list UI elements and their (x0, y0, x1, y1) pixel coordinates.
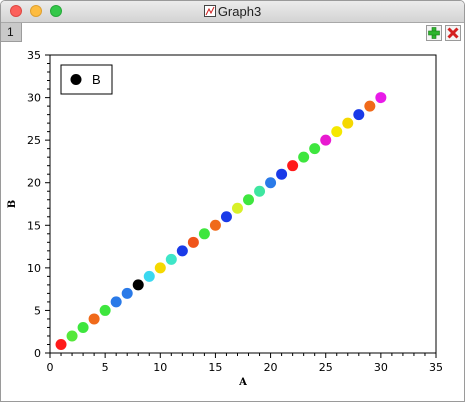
x-tick-label: 20 (264, 361, 278, 374)
data-point (254, 185, 266, 197)
data-point (231, 202, 243, 214)
data-points (55, 92, 387, 350)
data-point (209, 219, 221, 231)
data-point (375, 92, 387, 104)
data-point (364, 100, 376, 112)
tab-layer-1[interactable]: 1 (1, 23, 22, 42)
x-tick-label: 5 (102, 361, 109, 374)
data-point (187, 236, 199, 248)
data-point (77, 321, 89, 333)
data-point (198, 228, 210, 240)
data-point (88, 313, 100, 325)
delete-layer-button[interactable] (445, 25, 461, 41)
y-tick-label: 5 (34, 304, 41, 317)
plus-icon (428, 27, 440, 39)
data-point (220, 211, 232, 223)
y-tick-label: 30 (27, 92, 41, 105)
legend-label: B (92, 72, 101, 87)
data-point (265, 177, 277, 189)
x-tick-label: 30 (374, 361, 388, 374)
graph-window: Graph3 1 0 5 10 15 20 25 30 35 0 5 10 15 20 25 30 35 B … (0, 0, 465, 402)
data-point (121, 287, 133, 299)
data-point (287, 160, 299, 172)
data-point (331, 126, 343, 138)
legend: B (60, 64, 113, 95)
y-tick-label: 10 (27, 262, 41, 275)
data-point (55, 338, 67, 350)
data-point (99, 304, 111, 316)
y-tick-label: 0 (34, 347, 41, 360)
close-icon (447, 27, 459, 39)
y-tick-label: 35 (27, 49, 41, 62)
data-point (143, 270, 155, 282)
data-point (110, 296, 122, 308)
data-point (132, 279, 144, 291)
data-point (276, 168, 288, 180)
data-point (353, 109, 365, 121)
data-point (298, 151, 310, 163)
x-tick-label: 25 (319, 361, 333, 374)
x-tick-label: 35 (429, 361, 443, 374)
y-tick-label: 15 (27, 219, 41, 232)
data-point (165, 253, 177, 265)
data-point (243, 194, 255, 206)
title-bar[interactable]: Graph3 (1, 1, 464, 23)
graph-document-icon (203, 5, 216, 17)
layer-tab-bar: 1 (1, 23, 464, 43)
legend-box (60, 64, 113, 95)
data-point (320, 134, 332, 146)
data-point (176, 245, 188, 257)
x-tick-label: 0 (47, 361, 54, 374)
x-axis-label: A (238, 377, 247, 388)
legend-marker (70, 74, 82, 85)
window-title-group: Graph3 (1, 4, 464, 19)
add-layer-button[interactable] (426, 25, 442, 41)
data-point (66, 330, 78, 342)
window-title: Graph3 (217, 4, 262, 19)
data-point (309, 143, 321, 155)
x-tick-label: 10 (153, 361, 167, 374)
x-tick-label: 15 (208, 361, 222, 374)
data-point (342, 117, 354, 129)
y-tick-label: 25 (27, 134, 41, 147)
scatter-plot: 0 5 10 15 20 25 30 35 0 5 10 15 20 25 30 35 B A B (7, 49, 443, 388)
y-axis-label: B (7, 200, 18, 208)
data-point (154, 262, 166, 274)
y-tick-label: 20 (27, 177, 41, 190)
